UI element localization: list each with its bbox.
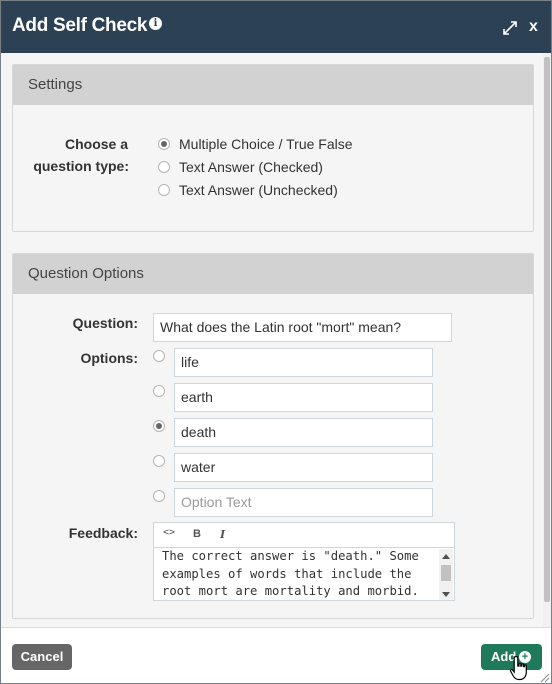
- type-label-text-checked[interactable]: Text Answer (Checked): [179, 159, 323, 175]
- expand-icon[interactable]: [502, 20, 518, 36]
- option-radio-new[interactable]: [153, 490, 165, 502]
- question-type-label-line2: question type:: [33, 158, 129, 174]
- question-options-header: Question Options: [13, 254, 533, 294]
- question-input[interactable]: What does the Latin root "mort" mean?: [153, 313, 452, 342]
- editor-scrollbar[interactable]: [439, 549, 453, 600]
- settings-header: Settings: [13, 65, 533, 105]
- italic-button[interactable]: I: [220, 528, 225, 541]
- editor-scroll-thumb[interactable]: [441, 565, 451, 581]
- code-view-button[interactable]: <>: [163, 527, 175, 538]
- type-radio-text-checked[interactable]: [158, 161, 170, 173]
- hand-pointer-icon: [509, 655, 527, 681]
- feedback-text[interactable]: The correct answer is "death." Some exam…: [162, 548, 432, 600]
- type-label-text-unchecked[interactable]: Text Answer (Unchecked): [179, 182, 338, 198]
- option-radio-3[interactable]: [153, 420, 165, 432]
- feedback-editor[interactable]: <> B I The correct answer is "death." So…: [153, 522, 455, 601]
- question-label: Question:: [72, 315, 138, 331]
- editor-toolbar: <> B I: [154, 523, 454, 548]
- option-input-4[interactable]: water: [174, 453, 433, 482]
- dialog-title: Add Self Check: [12, 15, 148, 36]
- option-input-2[interactable]: earth: [174, 383, 433, 412]
- dialog-body: Settings Choose a question type: Multipl…: [1, 53, 551, 627]
- cancel-button[interactable]: Cancel: [12, 644, 72, 670]
- info-icon[interactable]: i: [149, 17, 162, 30]
- type-label-multiple-choice[interactable]: Multiple Choice / True False: [179, 136, 353, 152]
- bold-button[interactable]: B: [193, 528, 201, 540]
- add-self-check-dialog: Add Self Check i x Settings Choose a que…: [0, 0, 552, 684]
- close-button[interactable]: x: [529, 18, 538, 36]
- option-input-1[interactable]: life: [174, 348, 433, 377]
- dialog-titlebar: Add Self Check i x: [1, 1, 551, 53]
- scroll-up-arrow-icon[interactable]: [442, 554, 450, 559]
- option-radio-1[interactable]: [153, 350, 165, 362]
- type-radio-text-unchecked[interactable]: [158, 184, 170, 196]
- option-radio-2[interactable]: [153, 385, 165, 397]
- new-option-input[interactable]: Option Text: [174, 488, 433, 517]
- options-label: Options:: [80, 350, 138, 366]
- scroll-down-arrow-icon[interactable]: [442, 592, 450, 597]
- resize-grip-icon[interactable]: [538, 671, 550, 683]
- option-input-3[interactable]: death: [174, 418, 433, 447]
- dialog-footer: Cancel Add +: [1, 627, 551, 683]
- feedback-label: Feedback:: [68, 525, 138, 541]
- option-radio-4[interactable]: [153, 455, 165, 467]
- question-type-label-line1: Choose a: [64, 136, 128, 152]
- type-radio-multiple-choice[interactable]: [158, 138, 170, 150]
- dialog-scroll-thumb[interactable]: [544, 57, 550, 602]
